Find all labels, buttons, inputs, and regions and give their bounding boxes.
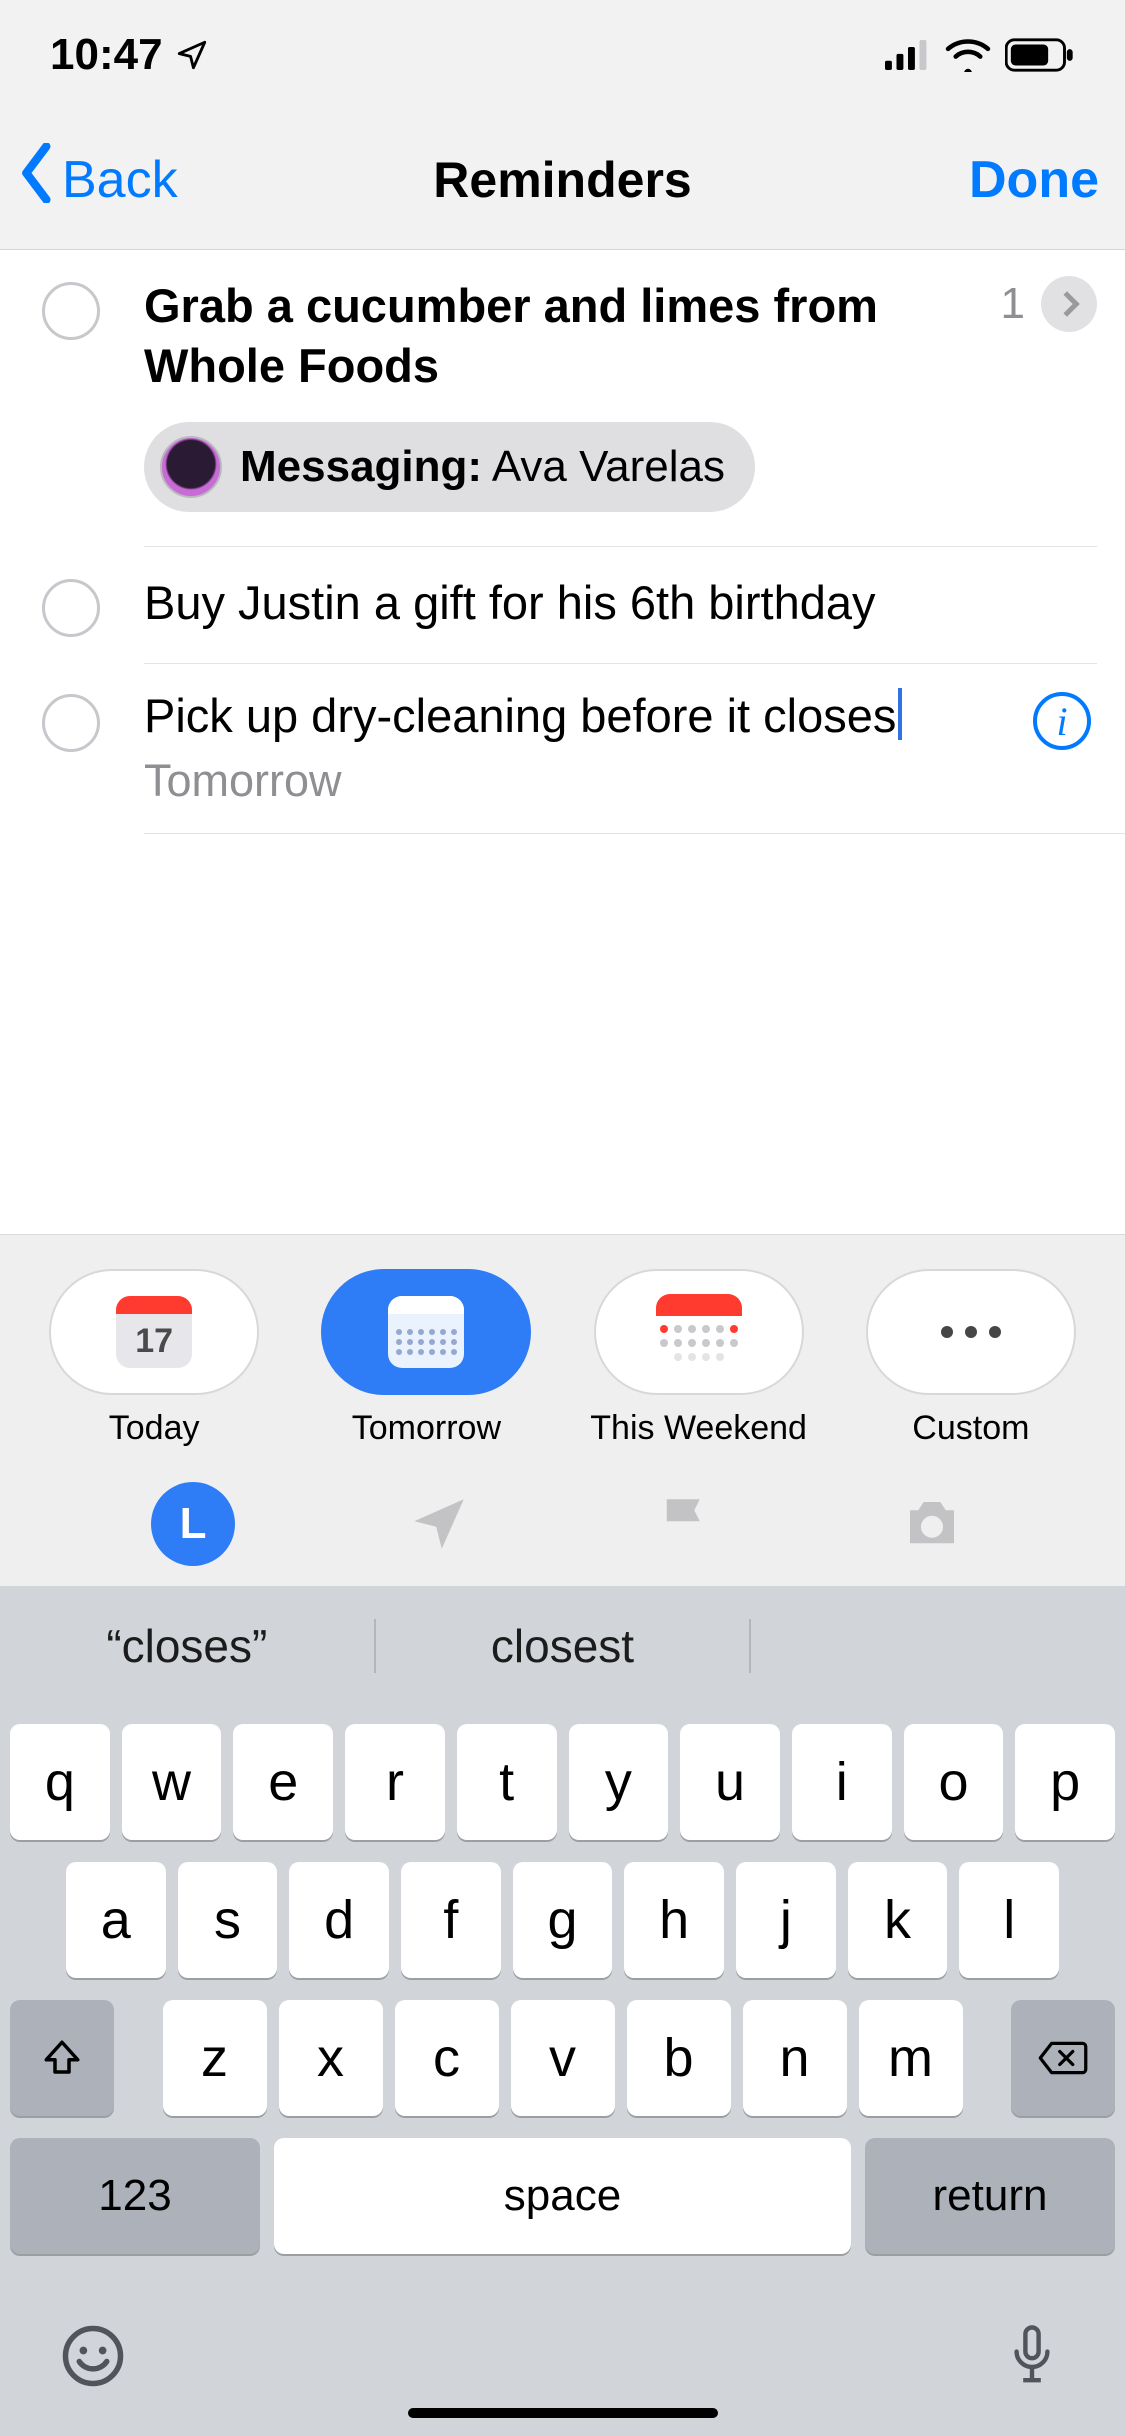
location-services-icon [175,38,209,72]
disclosure-button[interactable] [1041,276,1097,332]
chip-text: Messaging: Ava Varelas [240,442,725,492]
complete-toggle[interactable] [42,579,100,637]
status-bar: 10:47 [0,0,1125,110]
quick-toolbar: 17 Today Tomorrow [0,1234,1125,1586]
chevron-left-icon [18,143,58,216]
back-label: Back [62,150,178,210]
key-y[interactable]: y [569,1724,669,1840]
reminder-title: Buy Justin a gift for his 6th birthday [144,573,1097,633]
key-r[interactable]: r [345,1724,445,1840]
key-i[interactable]: i [792,1724,892,1840]
battery-icon [1005,38,1075,72]
text-cursor [898,688,902,740]
numbers-key[interactable]: 123 [10,2138,260,2254]
contact-avatar [160,436,222,498]
key-v[interactable]: v [511,2000,615,2116]
key-o[interactable]: o [904,1724,1004,1840]
quick-tomorrow-label: Tomorrow [352,1409,501,1448]
time-tool-button[interactable]: L [149,1480,237,1568]
key-e[interactable]: e [233,1724,333,1840]
reminder-row[interactable]: Grab a cucumber and limes from Whole Foo… [0,250,1125,547]
calendar-today-icon: 17 [116,1296,192,1368]
ellipsis-icon [941,1326,1001,1338]
quick-this-weekend[interactable]: This Weekend [585,1269,813,1448]
suggestion[interactable]: “closes” [0,1619,374,1673]
key-a[interactable]: a [66,1862,166,1978]
calendar-tomorrow-icon [388,1296,464,1368]
reminder-row-editing[interactable]: Pick up dry-cleaning before it closes To… [0,664,1125,833]
cellular-signal-icon [885,40,931,70]
location-arrow-icon [406,1491,472,1557]
suggestion-bar: “closes” closest [0,1586,1125,1706]
key-f[interactable]: f [401,1862,501,1978]
quick-today-label: Today [109,1409,200,1448]
clock-icon: L [151,1482,235,1566]
key-x[interactable]: x [279,2000,383,2116]
reminder-date: Tomorrow [144,755,1033,807]
return-key[interactable]: return [865,2138,1115,2254]
context-chip[interactable]: Messaging: Ava Varelas [144,422,755,512]
reminder-title-input[interactable]: Pick up dry-cleaning before it closes [144,688,902,743]
key-b[interactable]: b [627,2000,731,2116]
shift-icon [41,2037,83,2079]
quick-weekend-label: This Weekend [590,1409,807,1448]
quick-custom[interactable]: Custom [857,1269,1085,1448]
status-time-text: 10:47 [50,30,163,80]
reminder-title: Grab a cucumber and limes from Whole Foo… [144,276,1001,396]
key-d[interactable]: d [289,1862,389,1978]
key-w[interactable]: w [122,1724,222,1840]
subtask-count: 1 [1001,279,1025,329]
done-button[interactable]: Done [969,150,1099,210]
key-q[interactable]: q [10,1724,110,1840]
emoji-key[interactable] [60,2323,126,2389]
key-m[interactable]: m [859,2000,963,2116]
key-p[interactable]: p [1015,1724,1115,1840]
key-c[interactable]: c [395,2000,499,2116]
flag-icon [653,1491,719,1557]
calendar-weekend-icon [656,1294,742,1370]
chevron-right-icon [1054,291,1079,316]
shift-key[interactable] [10,2000,114,2116]
key-n[interactable]: n [743,2000,847,2116]
dictation-key[interactable] [999,2323,1065,2389]
space-key[interactable]: space [274,2138,851,2254]
flag-tool-button[interactable] [642,1480,730,1568]
quick-custom-label: Custom [912,1409,1029,1448]
status-time: 10:47 [50,30,209,80]
location-tool-button[interactable] [395,1480,483,1568]
backspace-icon [1037,2038,1089,2078]
key-h[interactable]: h [624,1862,724,1978]
complete-toggle[interactable] [42,282,100,340]
complete-toggle[interactable] [42,694,100,752]
home-indicator[interactable] [408,2408,718,2418]
key-l[interactable]: l [959,1862,1059,1978]
quick-tomorrow[interactable]: Tomorrow [312,1269,540,1448]
wifi-icon [945,38,991,72]
key-g[interactable]: g [513,1862,613,1978]
suggestion[interactable]: closest [374,1619,752,1673]
quick-today[interactable]: 17 Today [40,1269,268,1448]
key-s[interactable]: s [178,1862,278,1978]
backspace-key[interactable] [1011,2000,1115,2116]
reminder-row[interactable]: Buy Justin a gift for his 6th birthday [0,547,1125,664]
camera-tool-button[interactable] [888,1480,976,1568]
key-u[interactable]: u [680,1724,780,1840]
key-k[interactable]: k [848,1862,948,1978]
key-z[interactable]: z [163,2000,267,2116]
key-j[interactable]: j [736,1862,836,1978]
key-t[interactable]: t [457,1724,557,1840]
keyboard: “closes” closest qwertyuiop asdfghjkl zx… [0,1586,1125,2436]
camera-icon [899,1491,965,1557]
back-button[interactable]: Back [18,143,178,216]
info-button[interactable]: i [1033,692,1091,750]
